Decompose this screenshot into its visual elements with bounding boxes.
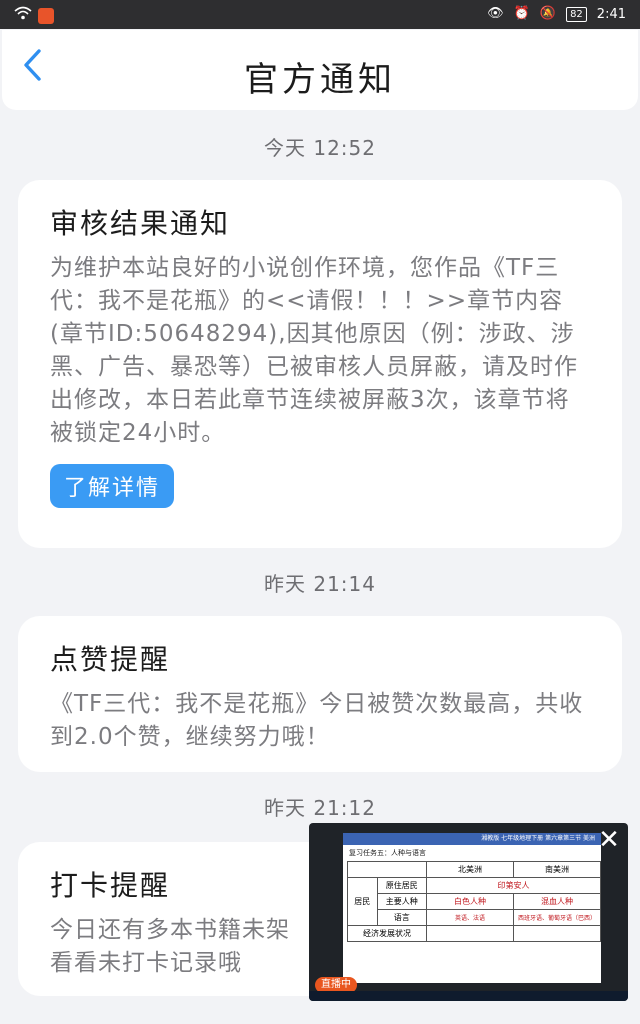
page-title: 官方通知 bbox=[244, 60, 396, 100]
table-cell: 主要人种 bbox=[376, 893, 428, 910]
alarm-icon: ⏰ bbox=[513, 6, 530, 21]
notification-card[interactable]: 点赞提醒 《TF三代：我不是花瓶》今日被赞次数最高，共收到2.0个赞，继续努力哦… bbox=[18, 616, 622, 772]
notification-title: 点赞提醒 bbox=[50, 643, 171, 676]
table-row-group: 居民 bbox=[347, 877, 378, 926]
lesson-slide: 湘教版 七年级地理下册 第六章第三节 美洲 复习任务五：人种与语言 北美洲 南美… bbox=[343, 833, 601, 983]
table-header: 北美洲 bbox=[426, 861, 514, 878]
battery-icon: 82 bbox=[566, 6, 587, 22]
table-cell: 英语、法语 bbox=[426, 909, 514, 926]
clock-time: 2:41 bbox=[596, 6, 626, 22]
notification-card[interactable]: 审核结果通知 为维护本站良好的小说创作环境，您作品《TF三代：我不是花瓶》的<<… bbox=[18, 180, 622, 548]
close-icon[interactable]: ✕ bbox=[596, 827, 622, 853]
wifi-icon bbox=[14, 6, 32, 26]
view-details-button[interactable]: 了解详情 bbox=[50, 464, 175, 508]
status-bar: 👁 ⏰ 🔕 82 2:41 bbox=[0, 0, 640, 29]
table-cell: 经济发展状况 bbox=[347, 925, 427, 942]
slide-subtitle: 复习任务五：人种与语言 bbox=[349, 849, 426, 857]
slide-table: 北美洲 南美洲 居民 原住居民 印第安人 主要人种 白色人种 混血人种 语言 英… bbox=[347, 861, 601, 942]
notification-body: 《TF三代：我不是花瓶》今日被赞次数最高，共收到2.0个赞，继续努力哦！ bbox=[50, 691, 584, 750]
header-bar: 官方通知 bbox=[2, 30, 638, 110]
notification-title: 审核结果通知 bbox=[50, 207, 231, 240]
mute-icon: 🔕 bbox=[539, 6, 557, 21]
app-notification-icon bbox=[38, 8, 54, 24]
table-cell: 西班牙语、葡萄牙语（巴西） bbox=[513, 909, 601, 926]
floating-video-window[interactable]: 湘教版 七年级地理下册 第六章第三节 美洲 复习任务五：人种与语言 北美洲 南美… bbox=[309, 823, 628, 1001]
notification-body: 今日还有多本书籍未架看看未打卡记录哦 bbox=[50, 917, 290, 976]
timestamp: 今天 12:52 bbox=[264, 136, 376, 160]
table-header: 南美洲 bbox=[513, 861, 601, 878]
table-cell: 语言 bbox=[376, 909, 428, 926]
slide-header: 湘教版 七年级地理下册 第六章第三节 美洲 bbox=[343, 833, 601, 845]
table-cell: 白色人种 bbox=[426, 893, 514, 910]
table-cell: 印第安人 bbox=[426, 877, 601, 894]
table-cell: 原住居民 bbox=[376, 877, 428, 894]
eye-icon: 👁 bbox=[487, 6, 504, 21]
timestamp: 昨天 21:12 bbox=[264, 796, 376, 820]
table-cell: 混血人种 bbox=[513, 893, 601, 910]
video-taskbar bbox=[309, 991, 628, 1001]
notification-body: 为维护本站良好的小说创作环境，您作品《TF三代：我不是花瓶》的<<请假！！！>>… bbox=[50, 255, 578, 446]
timestamp: 昨天 21:14 bbox=[264, 572, 376, 596]
